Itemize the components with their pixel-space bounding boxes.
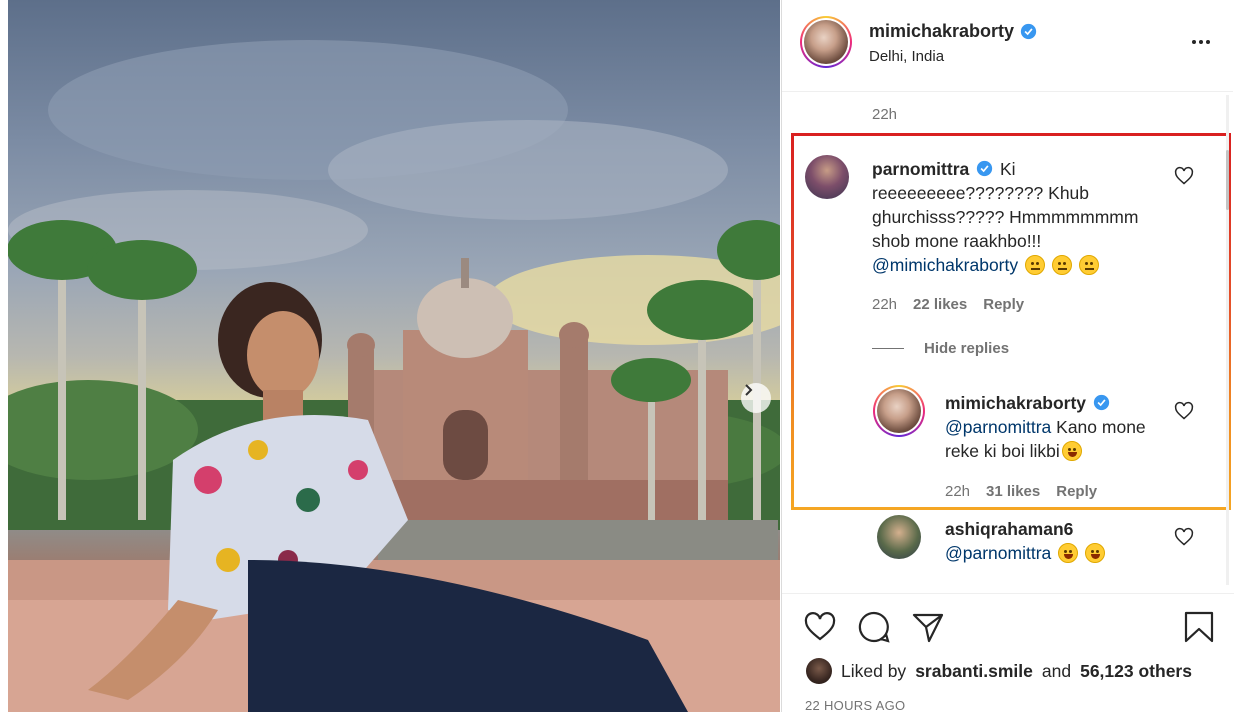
next-image-button[interactable] [741, 383, 771, 413]
comment-likes[interactable]: 22 likes [913, 296, 967, 313]
comment-meta: 22h 22 likes Reply [872, 296, 1024, 313]
hide-replies-button[interactable]: Hide replies [872, 340, 1009, 357]
reply-username[interactable]: ashiqrahaman6 [945, 519, 1073, 539]
reply-body: mimichakraborty @parnomittra Kano mone r… [945, 391, 1165, 463]
post-header: mimichakraborty Delhi, India [782, 0, 1233, 92]
reply-body: ashiqrahaman6 @parnomittra [945, 517, 1175, 565]
author-avatar[interactable] [800, 16, 852, 68]
comments-list[interactable]: 22h parnomittra Ki reeeeeeeee???????? Kh… [782, 92, 1234, 592]
post-side-panel: mimichakraborty Delhi, India 22h parnomi… [781, 0, 1234, 712]
reply-reply-button[interactable]: Reply [1056, 483, 1097, 500]
reply-avatar[interactable] [877, 515, 921, 559]
liked-by-row: Liked by srabanti.smile and 56,123 other… [806, 658, 1192, 684]
comments-scrollbar[interactable] [1226, 95, 1229, 585]
liked-by-others[interactable]: 56,123 others [1080, 661, 1192, 682]
reply-meta: 22h 31 likes Reply [945, 483, 1097, 500]
post-image[interactable] [8, 0, 780, 712]
caption-time: 22h [872, 106, 898, 123]
grinning-sweat-emoji [1061, 441, 1082, 461]
reply-like-heart-icon[interactable] [1174, 527, 1194, 547]
post-action-bar: Liked by srabanti.smile and 56,123 other… [782, 593, 1234, 712]
reply-likes[interactable]: 31 likes [986, 483, 1040, 500]
comment-icon[interactable] [857, 610, 891, 644]
verified-badge-icon [976, 160, 993, 177]
replies-divider [872, 348, 904, 349]
more-options-button[interactable] [1188, 34, 1214, 50]
liker-avatar[interactable] [806, 658, 832, 684]
commenter-avatar[interactable] [805, 155, 849, 199]
comment-mention[interactable]: @mimichakraborty [872, 255, 1018, 275]
comment-username[interactable]: parnomittra [872, 159, 969, 179]
reply-time[interactable]: 22h [945, 483, 970, 500]
verified-badge-icon [1093, 394, 1110, 411]
hide-replies-label: Hide replies [924, 340, 1010, 357]
post-location[interactable]: Delhi, India [869, 48, 944, 65]
like-icon[interactable] [803, 610, 837, 644]
liked-by-prefix: Liked by [841, 660, 907, 681]
post-photo-illustration [8, 40, 780, 712]
author-username-row: mimichakraborty [869, 21, 1037, 42]
neutral-face-emoji [1051, 255, 1072, 275]
neutral-face-emoji [1078, 255, 1099, 275]
liked-by-user[interactable]: srabanti.smile [915, 661, 1033, 682]
scrollbar-thumb[interactable] [1226, 150, 1229, 210]
chevron-right-icon [745, 384, 753, 396]
reply-username[interactable]: mimichakraborty [945, 393, 1086, 413]
comment-time[interactable]: 22h [872, 296, 897, 313]
more-horizontal-icon [1192, 40, 1196, 44]
comment-body: parnomittra Ki reeeeeeeee???????? Khub g… [872, 157, 1162, 277]
comment-like-heart-icon[interactable] [1174, 166, 1194, 186]
post-timestamp[interactable]: 22 HOURS AGO [805, 698, 905, 712]
smiling-face-emoji [1058, 543, 1079, 563]
liked-by-and: and [1041, 660, 1072, 681]
rolling-laughing-emoji [1085, 543, 1106, 563]
reply-mention[interactable]: @parnomittra [945, 417, 1051, 437]
verified-badge-icon [1020, 23, 1037, 40]
save-icon[interactable] [1182, 610, 1216, 644]
author-username[interactable]: mimichakraborty [869, 21, 1014, 42]
comment-reply-button[interactable]: Reply [983, 296, 1024, 313]
reply-avatar[interactable] [873, 385, 925, 437]
reply-like-heart-icon[interactable] [1174, 401, 1194, 421]
share-icon[interactable] [911, 610, 945, 644]
reply-mention[interactable]: @parnomittra [945, 543, 1051, 563]
neutral-face-emoji [1025, 255, 1046, 275]
